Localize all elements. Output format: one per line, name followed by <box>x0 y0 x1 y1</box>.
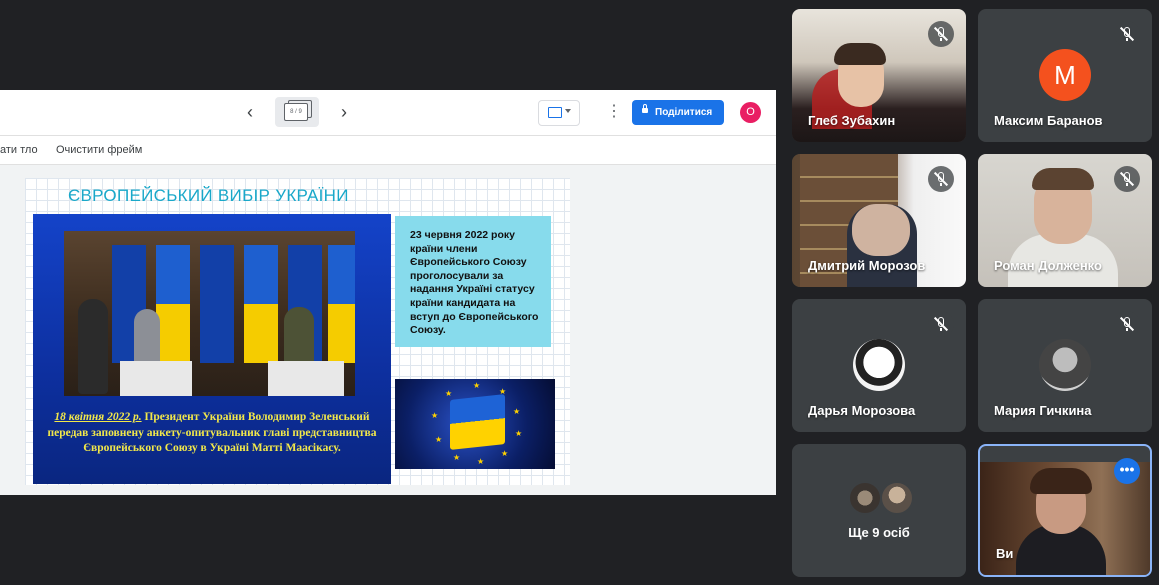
clear-frame-button[interactable]: Очистити фрейм <box>56 144 142 156</box>
info-box: 23 червня 2022 року країни члени Європей… <box>395 216 551 347</box>
participant-name: Роман Долженко <box>994 258 1102 273</box>
participant-name: Глеб Зубахин <box>808 113 896 128</box>
more-participants-tile[interactable]: Ще 9 осіб <box>792 444 966 577</box>
ukraine-flag <box>156 245 190 363</box>
podium <box>268 361 344 396</box>
background-button[interactable]: ати тло <box>0 144 38 156</box>
ukraine-flag <box>244 245 278 363</box>
previous-slide-button[interactable]: ‹ <box>240 102 260 122</box>
hair-shape <box>1030 468 1092 494</box>
account-avatar[interactable]: О <box>740 102 761 123</box>
participant-tile[interactable]: Мария Гичкина <box>978 299 1152 432</box>
participant-avatar: M <box>1039 49 1091 101</box>
star-icon: ★ <box>501 449 509 458</box>
mic-off-icon <box>1114 166 1140 192</box>
podium <box>120 361 192 396</box>
next-slide-button[interactable]: › <box>334 102 354 122</box>
participant-tile[interactable]: Дмитрий Морозов <box>792 154 966 287</box>
ukraine-flag <box>450 394 505 450</box>
star-icon: ★ <box>435 435 443 444</box>
mic-off-icon <box>928 21 954 47</box>
more-options-icon[interactable]: ••• <box>1114 458 1140 484</box>
participant-avatar <box>1039 339 1091 391</box>
ukraine-flag <box>328 245 355 363</box>
press-conference-photo <box>64 231 355 396</box>
face-shape <box>852 204 910 256</box>
participant-name: Максим Баранов <box>994 113 1103 128</box>
share-button-label: Поділитися <box>655 107 713 118</box>
caption-date: 18 квітня 2022 р. <box>54 411 142 423</box>
participant-name: Мария Гичкина <box>994 403 1092 418</box>
participant-name: Дарья Морозова <box>808 403 916 418</box>
page-indicator: 8 / 9 <box>284 103 308 121</box>
star-icon: ★ <box>477 457 485 466</box>
participant-avatar <box>880 481 914 515</box>
mic-off-icon <box>1114 21 1140 47</box>
present-button[interactable] <box>538 100 580 126</box>
shared-screen: ‹ 8 / 9 › ⋮ Поділитися О ати тло Очистит… <box>0 90 776 495</box>
self-view-tile[interactable]: ••• Ви <box>978 444 1152 577</box>
hair-shape <box>834 43 886 65</box>
more-options-icon[interactable]: ⋮ <box>606 102 622 122</box>
photo-panel: 18 квітня 2022 р. Президент України Воло… <box>33 214 391 484</box>
star-icon: ★ <box>515 429 523 438</box>
mic-off-icon <box>1114 311 1140 337</box>
hair-shape <box>1032 168 1094 190</box>
slides-subtoolbar: ати тло Очистити фрейм <box>0 135 776 165</box>
person-figure <box>78 299 108 394</box>
share-button[interactable]: Поділитися <box>632 100 724 125</box>
chevron-down-icon <box>565 109 571 113</box>
participant-name: Ви <box>996 546 1014 561</box>
participant-avatar <box>848 481 882 515</box>
more-participants-label: Ще 9 осіб <box>848 525 910 540</box>
photo-caption: 18 квітня 2022 р. Президент України Воло… <box>47 410 377 457</box>
star-icon: ★ <box>513 407 521 416</box>
present-icon <box>548 107 562 118</box>
star-icon: ★ <box>453 453 461 462</box>
slide-canvas: ЄВРОПЕЙСЬКИЙ ВИБІР УКРАЇНИ 18 квітня 202… <box>25 178 570 485</box>
slide-navigator-button[interactable]: 8 / 9 <box>275 97 319 127</box>
slide-title: ЄВРОПЕЙСЬКИЙ ВИБІР УКРАЇНИ <box>68 186 349 205</box>
eu-flag <box>200 245 234 363</box>
lock-icon <box>642 104 648 113</box>
participant-avatar <box>853 339 905 391</box>
participant-tile[interactable]: Глеб Зубахин <box>792 9 966 142</box>
mic-off-icon <box>928 311 954 337</box>
participant-tile[interactable]: M Максим Баранов <box>978 9 1152 142</box>
star-icon: ★ <box>473 381 481 390</box>
participant-tile[interactable]: Роман Долженко <box>978 154 1152 287</box>
slides-toolbar: ‹ 8 / 9 › ⋮ Поділитися О <box>0 90 776 135</box>
participant-tile[interactable]: Дарья Морозова <box>792 299 966 432</box>
participant-name: Дмитрий Морозов <box>808 258 926 273</box>
mic-off-icon <box>928 166 954 192</box>
info-text: 23 червня 2022 року країни члени Європей… <box>410 229 539 337</box>
eu-ukraine-flag-image: ★ ★ ★ ★ ★ ★ ★ ★ ★ ★ <box>395 379 555 469</box>
star-icon: ★ <box>445 389 453 398</box>
star-icon: ★ <box>431 411 439 420</box>
star-icon: ★ <box>499 387 507 396</box>
